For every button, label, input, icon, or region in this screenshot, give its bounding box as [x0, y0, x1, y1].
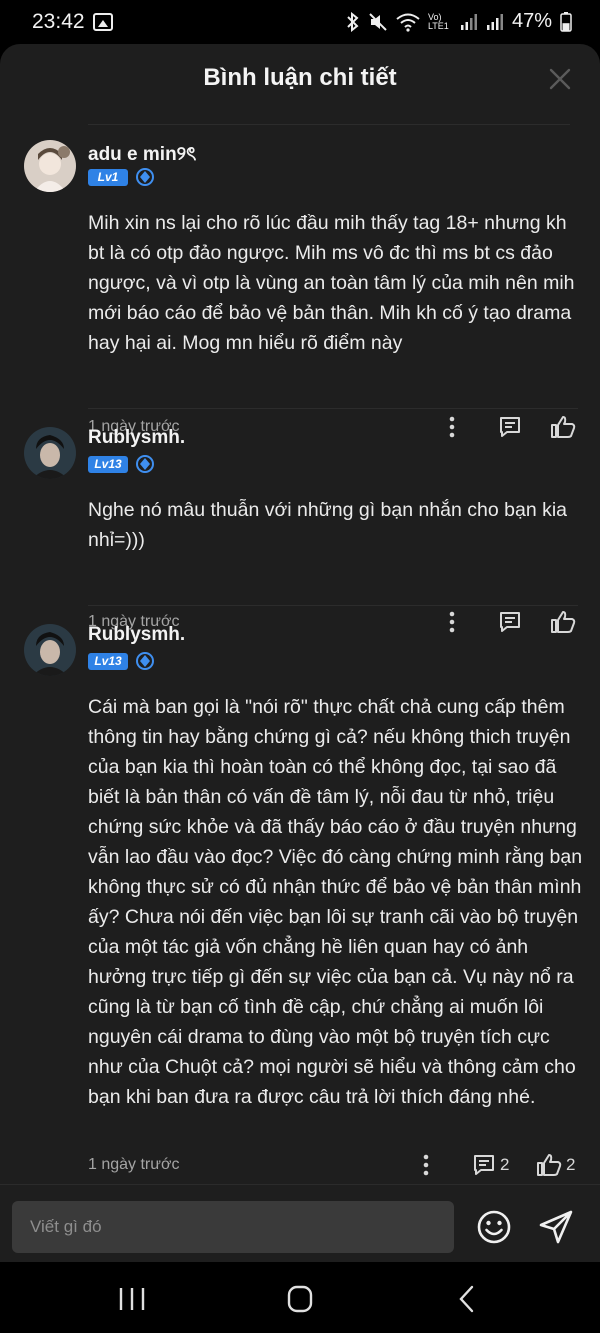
gem-badge-icon [136, 652, 154, 670]
reply-icon [500, 612, 520, 632]
divider [88, 124, 570, 125]
comment-input-box[interactable] [12, 1201, 454, 1253]
user-badges: Lv13 [88, 455, 154, 473]
status-bar: 23:42 Vo) LTE1 47% [0, 0, 600, 46]
more-options-button[interactable] [448, 412, 456, 442]
reply-button[interactable] [498, 412, 526, 442]
emoji-icon[interactable] [476, 1209, 512, 1245]
signal-icon-2 [486, 13, 503, 30]
page-title: Bình luận chi tiết [203, 64, 397, 91]
more-options-button[interactable] [422, 1150, 430, 1180]
home-icon[interactable] [280, 1284, 320, 1314]
system-nav-bar [0, 1262, 600, 1333]
recent-apps-icon[interactable] [112, 1284, 152, 1314]
level-badge: Lv1 [88, 168, 128, 186]
more-vertical-icon [449, 416, 455, 438]
thumbs-up-icon [537, 1154, 562, 1176]
bluetooth-icon [347, 11, 359, 32]
send-icon[interactable] [538, 1209, 574, 1245]
avatar[interactable] [24, 624, 76, 676]
timestamp: 1 ngày trước [88, 1156, 180, 1173]
level-badge: Lv13 [88, 455, 128, 473]
battery-percent: 47% [511, 10, 552, 32]
status-time: 23:42 [32, 10, 85, 33]
comment-text: Cái mà ban gọi là "nói rõ" thực chất chả… [88, 696, 583, 1108]
divider [88, 605, 578, 606]
reply-button[interactable] [498, 607, 526, 637]
reply-button[interactable]: 2 [472, 1150, 509, 1180]
gallery-icon [93, 13, 113, 31]
more-vertical-icon [423, 1154, 429, 1176]
divider [88, 408, 578, 409]
battery-icon [560, 11, 572, 32]
comment-detail-sheet: Bình luận chi tiết adu e min୨ৎ Lv1 Mih x… [0, 44, 600, 1262]
avatar[interactable] [24, 427, 76, 479]
back-icon[interactable] [448, 1284, 488, 1314]
wifi-icon [396, 13, 420, 32]
comment-input-bar [0, 1184, 600, 1262]
like-button[interactable]: 2 [536, 1150, 575, 1180]
gem-badge-icon [136, 168, 154, 186]
like-button[interactable] [550, 412, 580, 442]
username[interactable]: Rublysmh. [88, 427, 185, 449]
comment-meta: 1 ngày trước 2 2 [88, 1150, 578, 1180]
reply-icon [500, 417, 520, 437]
status-icons: Vo) LTE1 47% [346, 10, 572, 33]
like-count: 2 [566, 1155, 576, 1174]
comment-input[interactable] [12, 1201, 454, 1253]
user-badges: Lv13 [88, 652, 154, 670]
mute-icon [369, 12, 387, 31]
like-button[interactable] [550, 607, 580, 637]
level-badge: Lv13 [88, 652, 128, 670]
avatar[interactable] [24, 140, 76, 192]
gem-badge-icon [136, 455, 154, 473]
reply-icon [474, 1155, 494, 1175]
thumbs-up-icon [551, 611, 576, 633]
more-vertical-icon [449, 611, 455, 633]
comment-text: Nghe nó mâu thuẫn với những gì bạn nhắn … [88, 499, 568, 551]
comment-text: Mih xin ns lại cho rõ lúc đầu mih thấy t… [88, 212, 575, 354]
more-options-button[interactable] [448, 607, 456, 637]
thumbs-up-icon [551, 416, 576, 438]
close-icon[interactable] [548, 67, 572, 91]
sheet-header: Bình luận chi tiết [0, 44, 600, 110]
network-label: Vo) LTE1 [427, 11, 449, 31]
username[interactable]: Rublysmh. [88, 624, 185, 646]
reply-count: 2 [500, 1155, 510, 1174]
user-badges: Lv1 [88, 168, 154, 186]
signal-icon [460, 13, 477, 30]
